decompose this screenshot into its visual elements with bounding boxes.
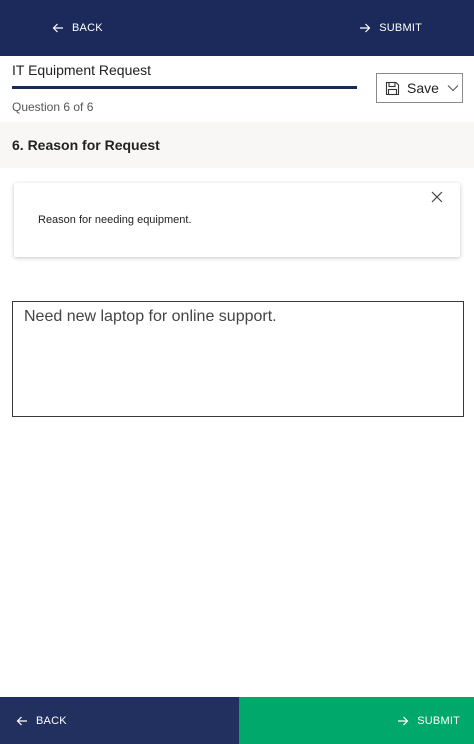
top-nav-bar: BACK SUBMIT [0,0,474,56]
arrow-right-icon [360,23,371,33]
close-icon [431,191,443,203]
bottom-nav-bar: BACK SUBMIT [0,697,474,744]
arrow-left-icon [52,23,63,33]
help-card: Reason for needing equipment. [14,183,460,257]
question-header: 6. Reason for Request [0,122,474,168]
question-counter: Question 6 of 6 [12,100,94,114]
close-help-button[interactable] [430,190,444,204]
answer-textarea[interactable] [12,301,464,417]
bottom-back-label: BACK [36,714,67,727]
top-submit-label: SUBMIT [379,22,422,34]
bottom-back-button[interactable]: BACK [0,697,239,744]
top-submit-button[interactable]: SUBMIT [359,0,474,56]
progress-bar-fill [12,86,357,89]
top-back-button[interactable]: BACK [0,0,103,56]
save-button[interactable]: Save [376,73,463,103]
question-title: 6. Reason for Request [12,137,160,153]
floppy-disk-icon [385,81,400,95]
progress-bar [12,86,357,89]
bottom-submit-label: SUBMIT [417,714,460,727]
chevron-down-icon[interactable] [446,81,460,95]
help-text: Reason for needing equipment. [38,214,192,226]
top-back-label: BACK [72,22,103,34]
form-header: IT Equipment Request Question 6 of 6 Sav… [0,56,474,122]
bottom-submit-button[interactable]: SUBMIT [239,697,474,744]
save-label: Save [407,80,439,96]
arrow-left-icon [16,716,27,725]
form-title: IT Equipment Request [12,62,152,78]
arrow-right-icon [398,716,409,725]
